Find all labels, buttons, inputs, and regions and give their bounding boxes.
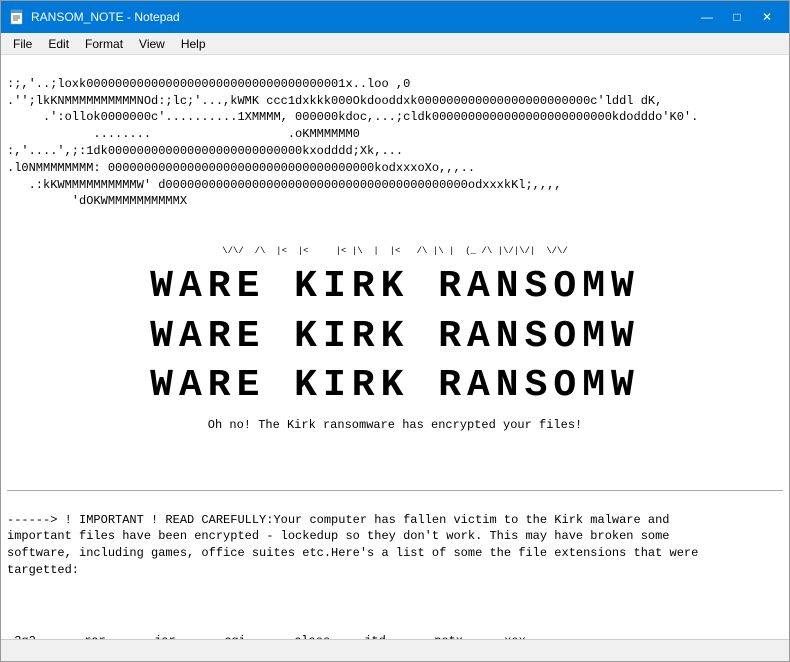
title-bar-left: RANSOM_NOTE - Notepad <box>9 9 180 25</box>
code-line-2: .'';lkKNMMMMMMMMMMNOd:;lc;'...,kWMK ccc1… <box>7 94 662 108</box>
window-title: RANSOM_NOTE - Notepad <box>31 10 180 24</box>
menu-help[interactable]: Help <box>173 35 214 53</box>
status-bar <box>1 639 789 661</box>
text-content[interactable]: :;,'..;loxk00000000000000000000000000000… <box>1 55 789 639</box>
code-line-7: .:kKWMMMMMMMMMMW' d000000000000000000000… <box>7 178 562 192</box>
menu-bar: File Edit Format View Help <box>1 33 789 55</box>
title-bar-controls: — □ ✕ <box>693 7 781 27</box>
ascii-line-2: WARE KIRK RANSOMW <box>7 318 783 356</box>
menu-file[interactable]: File <box>5 35 40 53</box>
app-icon <box>9 9 25 25</box>
important-body: important files have been encrypted - lo… <box>7 529 698 577</box>
title-bar: RANSOM_NOTE - Notepad — □ ✕ <box>1 1 789 33</box>
extensions-table: .3g2.rar.jar.cgi.class.jtd.potx.xex .dds… <box>7 599 783 639</box>
ascii-line-3: WARE KIRK RANSOMW <box>7 367 783 405</box>
code-line-6: .l0NMMMMMMMM: 00000000000000000000000000… <box>7 161 475 175</box>
minimize-button[interactable]: — <box>693 7 721 27</box>
ascii-title-large: WARE KIRK RANSOMW <box>7 268 783 306</box>
editor-area: :;,'..;loxk00000000000000000000000000000… <box>1 55 789 639</box>
code-line-1: :;,'..;loxk00000000000000000000000000000… <box>7 77 410 91</box>
code-line-8: 'dOKWMMMMMMMMMMX <box>7 194 187 208</box>
warning-line: Oh no! The Kirk ransomware has encrypted… <box>7 419 783 433</box>
divider-line <box>7 490 783 491</box>
code-line-4: ........ .oKMMMMMM0 <box>7 127 360 141</box>
notepad-window: RANSOM_NOTE - Notepad — □ ✕ File Edit Fo… <box>0 0 790 662</box>
menu-view[interactable]: View <box>131 35 173 53</box>
menu-edit[interactable]: Edit <box>40 35 77 53</box>
close-button[interactable]: ✕ <box>753 7 781 27</box>
menu-format[interactable]: Format <box>77 35 131 53</box>
ascii-line-1: \/\/ /\ |< |< |< |\ | |< /\ |\ | (_ /\ |… <box>7 246 783 256</box>
maximize-button[interactable]: □ <box>723 7 751 27</box>
important-header: ------> ! IMPORTANT ! READ CAREFULLY:You… <box>7 513 670 527</box>
ascii-art-block: \/\/ /\ |< |< |< |\ | |< /\ |\ | (_ /\ |… <box>7 235 783 444</box>
code-line-3: .':ollok0000000c'..........1XMMMM, 00000… <box>7 110 698 124</box>
code-line-5: :,'....',;:1dk00000000000000000000000000… <box>7 144 403 158</box>
